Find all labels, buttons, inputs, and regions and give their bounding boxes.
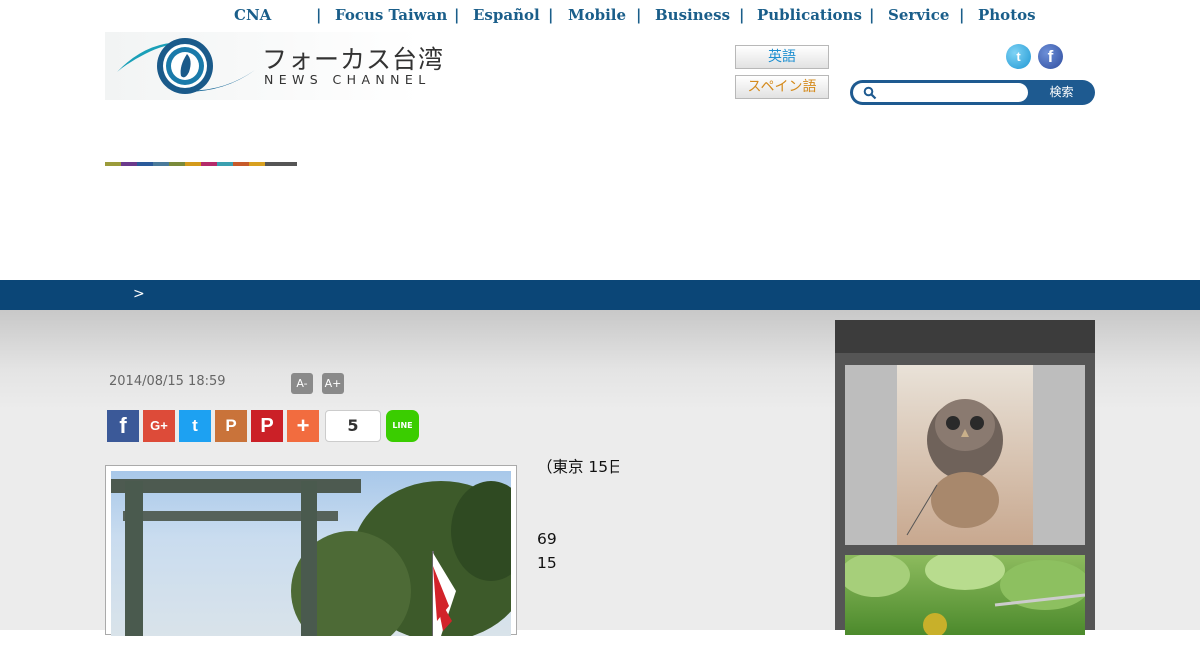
nav-link-focus-taiwan[interactable]: Focus Taiwan: [335, 6, 447, 24]
share-facebook-button[interactable]: f: [107, 410, 139, 442]
language-button-english[interactable]: 英語: [735, 45, 829, 69]
share-twitter-button[interactable]: t: [179, 410, 211, 442]
logo-title-jp: フォーカス台湾: [262, 45, 445, 74]
color-divider-segment: [201, 162, 217, 166]
article-text-line: [537, 575, 619, 599]
share-pinterest-button[interactable]: P: [251, 410, 283, 442]
article-text-line: 69: [537, 530, 557, 548]
search-input[interactable]: [853, 83, 1028, 102]
color-divider-segment: [249, 162, 265, 166]
color-divider-segment: [105, 162, 121, 166]
article-photo[interactable]: [111, 471, 511, 636]
nav-separator: |: [869, 6, 875, 24]
nav-separator: |: [636, 6, 642, 24]
article-text-line: （東京 15日: [537, 458, 619, 476]
twitter-icon[interactable]: t: [1006, 44, 1031, 69]
nav-separator: |: [959, 6, 965, 24]
breadcrumb-separator: >: [133, 286, 145, 302]
plants-image: [845, 555, 1085, 635]
share-more-button[interactable]: +: [287, 410, 319, 442]
site-logo[interactable]: フォーカス台湾 NEWS CHANNEL: [105, 32, 455, 100]
article-text-line: [537, 599, 619, 623]
owl-image: [897, 365, 1033, 545]
font-smaller-button[interactable]: A-: [291, 373, 313, 394]
color-divider-segment: [281, 162, 297, 166]
facebook-icon[interactable]: f: [1038, 44, 1063, 69]
search-icon: [863, 86, 877, 100]
sidebar-header: [835, 320, 1095, 353]
article-photo-frame: [105, 465, 517, 636]
font-larger-button[interactable]: A+: [322, 373, 344, 394]
logo-subtitle-en: NEWS CHANNEL: [264, 72, 431, 87]
search-button[interactable]: 検索: [1028, 80, 1095, 105]
sidebar-photo-owl[interactable]: [845, 365, 1085, 545]
article-timestamp: 2014/08/15 18:59: [109, 374, 226, 389]
nav-link-business[interactable]: Business: [655, 6, 730, 24]
nav-link-espanol[interactable]: Español: [473, 6, 540, 24]
color-divider-segment: [153, 162, 169, 166]
color-divider-segment: [185, 162, 201, 166]
language-button-spanish[interactable]: スペイン語: [735, 75, 829, 99]
sidebar-photo-plants[interactable]: [845, 555, 1085, 635]
article-text-line: 15: [537, 554, 557, 572]
color-divider: [105, 162, 297, 166]
nav-link-cna[interactable]: CNA: [234, 6, 271, 24]
sidebar-photo-list: [835, 353, 1095, 635]
article-body: （東京 15日 69 15: [537, 455, 627, 647]
nav-separator: |: [316, 6, 322, 24]
share-googleplus-button[interactable]: G+: [143, 410, 175, 442]
color-divider-segment: [169, 162, 185, 166]
share-line-button[interactable]: LINE: [386, 410, 419, 442]
nav-link-publications[interactable]: Publications: [757, 6, 862, 24]
color-divider-segment: [217, 162, 233, 166]
nav-link-photos[interactable]: Photos: [978, 6, 1036, 24]
color-divider-segment: [121, 162, 137, 166]
article-text-line: [537, 623, 619, 647]
share-count: 5: [325, 410, 381, 442]
nav-link-mobile[interactable]: Mobile: [568, 6, 626, 24]
color-divider-segment: [137, 162, 153, 166]
torii-shrine-image: [111, 479, 511, 636]
nav-separator: |: [739, 6, 745, 24]
color-divider-segment: [233, 162, 249, 166]
color-divider-segment: [265, 162, 281, 166]
nav-separator: |: [454, 6, 460, 24]
article-text-line: [537, 503, 619, 527]
share-plurk-button[interactable]: P: [215, 410, 247, 442]
nav-separator: |: [548, 6, 554, 24]
eye-logo-icon: [117, 38, 255, 94]
search-bar: 検索: [850, 80, 1095, 105]
article-text-line: [537, 479, 619, 503]
breadcrumb-bar: [0, 280, 1200, 310]
nav-link-service[interactable]: Service: [888, 6, 949, 24]
top-navigation: CNA | Focus Taiwan | Español | Mobile | …: [0, 0, 1200, 30]
